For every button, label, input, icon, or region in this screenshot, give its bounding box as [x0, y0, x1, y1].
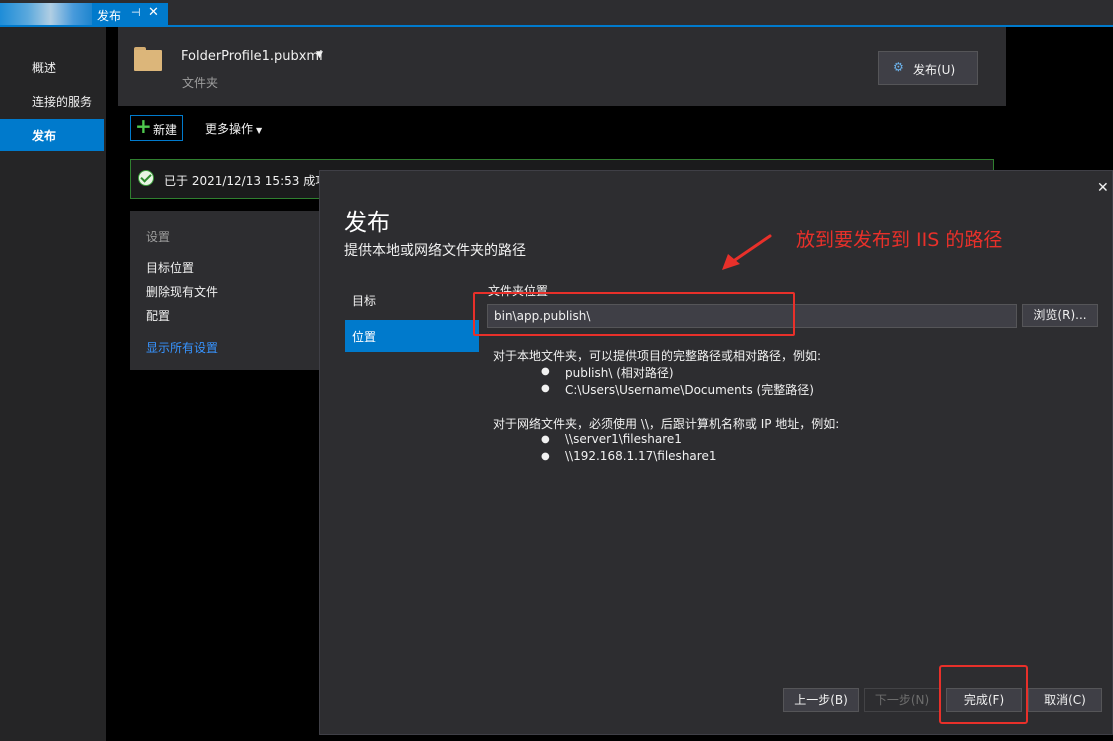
new-button-label: 新建 [153, 123, 178, 137]
profile-name-dropdown[interactable]: FolderProfile1.pubxml [181, 49, 323, 64]
check-circle-icon [138, 170, 154, 186]
blurred-tab[interactable] [0, 3, 92, 25]
publish-button[interactable]: ⚙ 发布(U) [878, 51, 978, 85]
profile-header [118, 27, 1006, 106]
nav-item-label: 概述 [32, 61, 57, 75]
dialog-close-icon[interactable]: ✕ [1097, 180, 1109, 196]
dialog-nav-location[interactable]: 位置 [345, 320, 479, 352]
previous-button[interactable]: 上一步(B) [783, 688, 859, 712]
new-profile-button[interactable]: + 新建 [130, 114, 183, 141]
publish-status-text: 已于 2021/12/13 15:53 成功 [164, 174, 322, 188]
dialog-title: 发布 [344, 210, 390, 236]
annotation-arrow-icon [722, 234, 772, 270]
plus-icon: + [135, 114, 152, 138]
dialog-nav-label: 目标 [352, 294, 377, 308]
network-example: \\192.168.1.17\fileshare1 [565, 449, 717, 463]
local-example: C:\Users\Username\Documents (完整路径) [565, 383, 814, 397]
nav-item-label: 发布 [32, 129, 57, 143]
settings-item: 目标位置 [146, 261, 195, 275]
highlight-box-finish [939, 665, 1028, 724]
annotation-text: 放到要发布到 IIS 的路径 [796, 229, 1003, 251]
settings-panel: 设置 目标位置 删除现有文件 配置 显示所有设置 [130, 211, 330, 370]
tab-publish[interactable]: 发布 ⊣ ✕ [92, 3, 168, 25]
pin-icon[interactable]: ⊣ [131, 6, 141, 19]
next-button[interactable]: 下一步(N) [864, 688, 940, 712]
chevron-down-icon[interactable]: ▼ [316, 50, 323, 60]
settings-header: 设置 [146, 230, 171, 244]
show-all-settings-link[interactable]: 显示所有设置 [146, 339, 218, 356]
left-navigation: 概述 连接的服务 发布 [0, 27, 106, 741]
bullet-icon: ● [541, 451, 550, 462]
bullet-icon: ● [541, 383, 550, 394]
tab-publish-label: 发布 [97, 9, 122, 23]
highlight-box-path [473, 292, 795, 336]
network-example: \\server1\fileshare1 [565, 432, 682, 446]
chevron-down-icon: ▼ [256, 126, 263, 135]
dialog-nav-target[interactable]: 目标 [345, 284, 479, 316]
bullet-icon: ● [541, 366, 550, 377]
dialog-nav-label: 位置 [352, 330, 377, 344]
dialog-subtitle: 提供本地或网络文件夹的路径 [344, 243, 526, 259]
nav-item-overview[interactable]: 概述 [0, 51, 104, 83]
close-icon[interactable]: ✕ [148, 5, 159, 20]
nav-item-label: 连接的服务 [32, 95, 93, 109]
browse-button[interactable]: 浏览(R)... [1022, 304, 1098, 327]
bullet-icon: ● [541, 434, 550, 445]
more-actions-menu[interactable]: 更多操作 ▼ [205, 120, 262, 137]
profile-type-label: 文件夹 [182, 76, 219, 90]
publish-button-label: 发布(U) [913, 63, 956, 77]
nav-item-publish[interactable]: 发布 [0, 119, 104, 151]
help-network-text: 对于网络文件夹，必须使用 \\，后跟计算机名称或 IP 地址，例如: [493, 417, 840, 431]
more-actions-label: 更多操作 [205, 122, 254, 136]
publish-icon: ⚙ [893, 60, 904, 74]
folder-icon [134, 47, 162, 71]
cancel-button[interactable]: 取消(C) [1028, 688, 1102, 712]
help-local-text: 对于本地文件夹，可以提供项目的完整路径或相对路径，例如: [493, 349, 822, 363]
settings-item: 删除现有文件 [146, 285, 219, 299]
settings-item: 配置 [146, 309, 171, 323]
local-example: publish\ (相对路径) [565, 366, 674, 380]
nav-item-connected-services[interactable]: 连接的服务 [0, 85, 104, 117]
